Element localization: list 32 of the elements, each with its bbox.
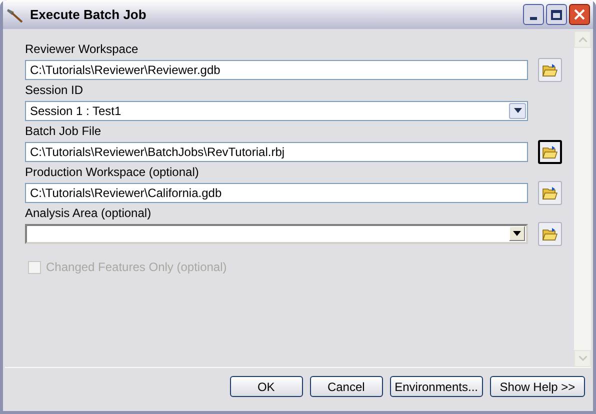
folder-icon bbox=[542, 186, 558, 200]
dropdown-button[interactable] bbox=[509, 102, 526, 118]
caret-icon bbox=[514, 108, 522, 113]
browse-button[interactable] bbox=[538, 140, 562, 164]
field-label: Analysis Area (optional) bbox=[25, 205, 152, 221]
maximize-button[interactable] bbox=[546, 4, 567, 25]
window-title: Execute Batch Job bbox=[30, 6, 148, 24]
minimize-icon bbox=[530, 17, 537, 20]
path-field[interactable]: C:\Tutorials\Reviewer\Reviewer.gdb bbox=[25, 60, 528, 80]
hammer-icon bbox=[6, 6, 24, 22]
close-button[interactable] bbox=[569, 4, 590, 25]
folder-icon bbox=[542, 62, 558, 76]
dialog-button[interactable]: Show Help >> bbox=[490, 376, 585, 397]
folder-icon bbox=[542, 226, 558, 240]
field-label: Session ID bbox=[25, 82, 84, 98]
dropdown-value: Session 1 : Test1 bbox=[30, 102, 122, 120]
combo-field[interactable] bbox=[25, 224, 528, 244]
field-label: Batch Job File bbox=[25, 123, 102, 139]
checkbox-label: Changed Features Only (optional) bbox=[46, 259, 227, 276]
path-field[interactable]: C:\Tutorials\Reviewer\California.gdb bbox=[25, 182, 528, 202]
field-label: Reviewer Workspace bbox=[25, 41, 140, 57]
dialog-button[interactable]: Environments... bbox=[390, 376, 483, 397]
close-icon bbox=[574, 9, 585, 20]
dialog-button[interactable]: OK bbox=[230, 376, 303, 397]
caret-icon bbox=[513, 231, 521, 236]
maximize-icon bbox=[551, 10, 562, 20]
field-label: Production Workspace (optional) bbox=[25, 164, 200, 180]
minimize-button[interactable] bbox=[523, 4, 544, 25]
folder-icon bbox=[542, 144, 558, 158]
dialog-button[interactable]: Cancel bbox=[310, 376, 383, 397]
dropdown-field[interactable]: Session 1 : Test1 bbox=[25, 100, 528, 120]
path-field[interactable]: C:\Tutorials\Reviewer\BatchJobs\RevTutorial.rbj bbox=[25, 142, 528, 162]
